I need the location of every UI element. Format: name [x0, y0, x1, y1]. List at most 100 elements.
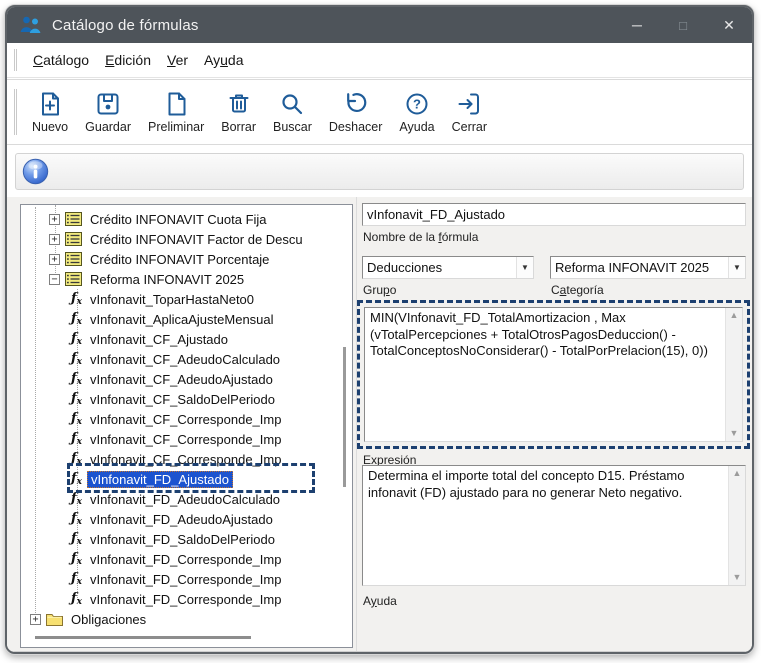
menu-ayuda[interactable]: Ayuda [196, 48, 251, 72]
menu-catalogo[interactable]: Catálogo [25, 48, 97, 72]
function-icon: ƒx [71, 591, 82, 607]
tree-item-label: Reforma INFONAVIT 2025 [90, 271, 245, 287]
formula-group-icon [65, 232, 82, 246]
minimize-button[interactable]: ─ [614, 7, 660, 43]
close-button[interactable]: ✕ [706, 7, 752, 43]
function-icon: ƒx [71, 471, 82, 487]
tree-item-formula[interactable]: ƒx vInfonavit_FD_Corresponde_Imp [21, 589, 352, 609]
tree-item-label: vInfonavit_FD_Ajustado [86, 470, 233, 488]
function-icon: ƒx [71, 291, 82, 307]
tree-item-label: vInfonavit_CF_Ajustado [89, 331, 228, 347]
tree-item-label: vInfonavit_FD_Corresponde_Imp [89, 551, 282, 567]
tree-item-label: vInfonavit_CF_Corresponde_Imp [89, 431, 282, 447]
undo-button[interactable]: Deshacer [322, 87, 390, 137]
scroll-up-icon[interactable]: ▲ [730, 311, 739, 320]
scroll-down-icon[interactable]: ▼ [733, 573, 742, 582]
toolbar-grip [14, 89, 17, 135]
tree-item-formula[interactable]: ƒx vInfonavit_FD_Ajustado [21, 469, 352, 489]
scroll-down-icon[interactable]: ▼ [730, 429, 739, 438]
panel-divider [356, 197, 357, 651]
group-dropdown[interactable]: Deducciones ▼ [362, 256, 534, 279]
tree-item-formula[interactable]: ƒx vInfonavit_FD_Corresponde_Imp [21, 569, 352, 589]
tree-item-formula[interactable]: ƒx vInfonavit_ToparHastaNeto0 [21, 289, 352, 309]
help-button[interactable]: ? Ayuda [392, 87, 441, 137]
group-label: Grupo [363, 283, 397, 297]
tree-item-label: Crédito INFONAVIT Cuota Fija [90, 211, 267, 227]
formula-group-icon [65, 272, 82, 286]
tree-item-formula[interactable]: ƒx vInfonavit_CF_AdeudoCalculado [21, 349, 352, 369]
expression-editor[interactable]: MIN(VInfonavit_FD_TotalAmortizacion , Ma… [364, 307, 743, 442]
tree-item-formula[interactable]: ƒx vInfonavit_CF_AdeudoAjustado [21, 369, 352, 389]
tree-item-label: Crédito INFONAVIT Porcentaje [90, 251, 270, 267]
tree-item-group[interactable]: − Reforma INFONAVIT 2025 [21, 269, 352, 289]
new-document-icon [42, 92, 60, 116]
function-icon: ƒx [71, 411, 82, 427]
preview-document-icon [168, 92, 186, 116]
help-text[interactable]: Determina el importe total del concepto … [363, 466, 728, 585]
formula-tree-panel: + Crédito INFONAVIT Cuota Fija + Crédito IN… [20, 204, 353, 648]
category-label: Categoría [551, 283, 604, 297]
tree-item-label: vInfonavit_CF_Corresponde_Imp [89, 451, 282, 467]
chevron-down-icon[interactable]: ▼ [516, 257, 533, 278]
expand-icon[interactable]: + [49, 213, 60, 225]
help-scrollbar[interactable]: ▲ ▼ [728, 466, 745, 585]
help-editor[interactable]: Determina el importe total del concepto … [362, 465, 746, 586]
new-button[interactable]: Nuevo [25, 87, 75, 137]
tree-item-group[interactable]: + Crédito INFONAVIT Factor de Descu [21, 229, 352, 249]
tree-item-formula[interactable]: ƒx vInfonavit_AplicaAjusteMensual [21, 309, 352, 329]
tree-item-folder[interactable]: + Obligaciones [21, 609, 352, 629]
tree-item-formula[interactable]: ƒx vInfonavit_CF_Corresponde_Imp [21, 409, 352, 429]
collapse-icon[interactable]: − [49, 273, 60, 285]
tree-item-formula[interactable]: ƒx vInfonavit_FD_AdeudoCalculado [21, 489, 352, 509]
tree-item-formula[interactable]: ƒx vInfonavit_CF_Ajustado [21, 329, 352, 349]
save-button[interactable]: Guardar [78, 87, 138, 137]
preview-button[interactable]: Preliminar [141, 87, 211, 137]
function-icon: ƒx [71, 551, 82, 567]
maximize-button[interactable]: □ [660, 7, 706, 43]
tree-item-group[interactable]: + Crédito INFONAVIT Cuota Fija [21, 209, 352, 229]
content-area: + Crédito INFONAVIT Cuota Fija + Crédito IN… [7, 197, 752, 652]
scroll-up-icon[interactable]: ▲ [733, 469, 742, 478]
tree-item-formula[interactable]: ƒx vInfonavit_FD_SaldoDelPeriodo [21, 529, 352, 549]
formula-group-icon [65, 212, 82, 226]
tree-item-label: vInfonavit_FD_Corresponde_Imp [89, 591, 282, 607]
close-window-button[interactable]: Cerrar [445, 87, 494, 137]
tree-horizontal-scrollbar-thumb[interactable] [35, 636, 251, 639]
tree-item-label: vInfonavit_ToparHastaNeto0 [89, 291, 255, 307]
function-icon: ƒx [71, 311, 82, 327]
tree-item-formula[interactable]: ƒx vInfonavit_CF_Corresponde_Imp [21, 429, 352, 449]
tree-item-formula[interactable]: ƒx vInfonavit_FD_AdeudoAjustado [21, 509, 352, 529]
svg-text:?: ? [413, 97, 421, 112]
expand-icon[interactable]: + [49, 253, 60, 265]
chevron-down-icon[interactable]: ▼ [728, 257, 745, 278]
delete-button[interactable]: Borrar [214, 87, 263, 137]
function-icon: ƒx [71, 391, 82, 407]
function-icon: ƒx [71, 331, 82, 347]
expression-text[interactable]: MIN(VInfonavit_FD_TotalAmortizacion , Ma… [365, 308, 725, 441]
category-dropdown[interactable]: Reforma INFONAVIT 2025 ▼ [550, 256, 746, 279]
search-icon [282, 94, 303, 115]
expand-icon[interactable]: + [49, 233, 60, 245]
formula-name-label: Nombre de la fórmula [363, 230, 479, 244]
folder-icon [46, 613, 63, 626]
tree-item-label: vInfonavit_AplicaAjusteMensual [89, 311, 274, 327]
toolbar: Nuevo Guardar Preliminar Borrar Buscar D… [7, 79, 752, 145]
help-label: Ayuda [363, 594, 397, 608]
tree-item-label: vInfonavit_FD_Corresponde_Imp [89, 571, 282, 587]
tree-item-formula[interactable]: ƒx vInfonavit_CF_SaldoDelPeriodo [21, 389, 352, 409]
save-icon [97, 93, 119, 115]
tree-item-label: Obligaciones [71, 611, 147, 627]
formula-name-input[interactable]: vInfonavit_FD_Ajustado [362, 203, 746, 226]
tree-item-formula[interactable]: ƒx vInfonavit_FD_Corresponde_Imp [21, 549, 352, 569]
app-window: Catálogo de fórmulas ─ □ ✕ Catálogo Edic… [5, 5, 754, 654]
undo-icon [346, 93, 366, 113]
tree-vertical-scrollbar-thumb[interactable] [343, 347, 346, 487]
info-icon [22, 158, 49, 185]
menu-edicion[interactable]: Edición [97, 48, 159, 72]
tree-item-formula[interactable]: ƒx vInfonavit_CF_Corresponde_Imp [21, 449, 352, 469]
expand-icon[interactable]: + [30, 613, 41, 625]
tree-item-group[interactable]: + Crédito INFONAVIT Porcentaje [21, 249, 352, 269]
search-button[interactable]: Buscar [266, 87, 319, 137]
menu-ver[interactable]: Ver [159, 48, 196, 72]
expression-scrollbar[interactable]: ▲ ▼ [725, 308, 742, 441]
